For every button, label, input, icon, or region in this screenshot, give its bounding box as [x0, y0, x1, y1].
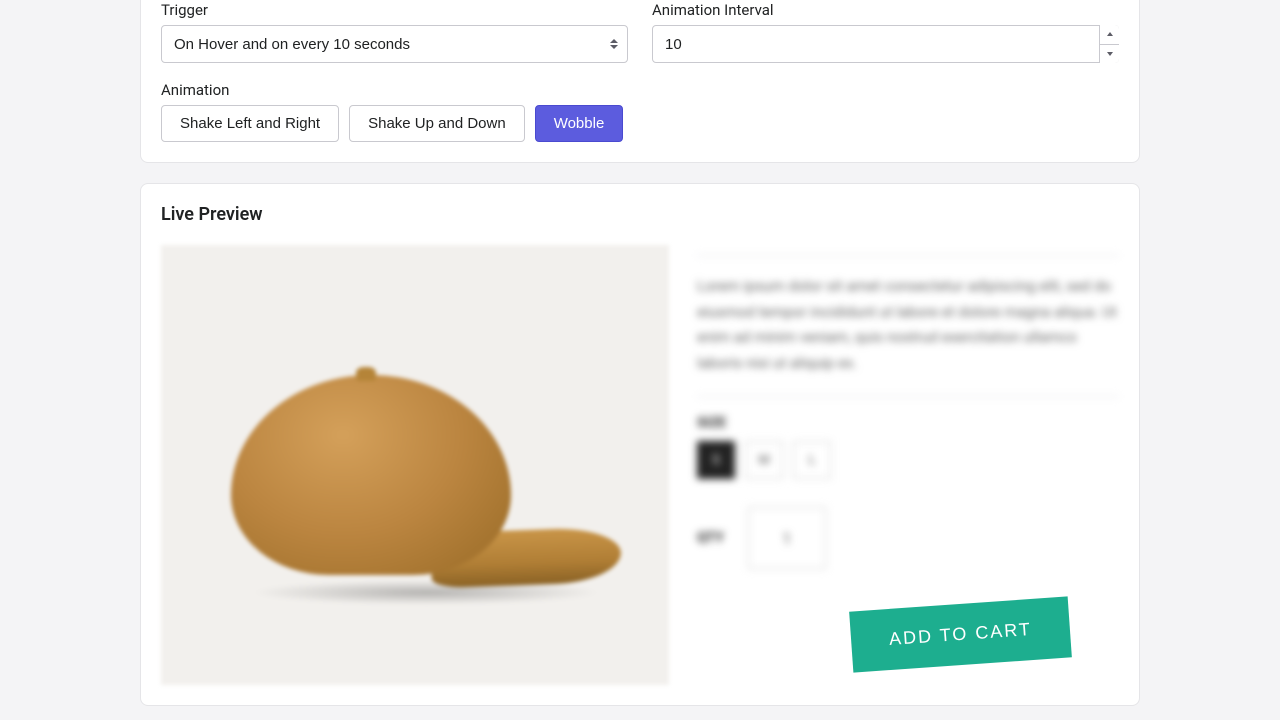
animation-shake-ud-button[interactable]: Shake Up and Down — [349, 105, 525, 142]
size-option-l[interactable]: L — [793, 441, 831, 479]
interval-decrement[interactable] — [1100, 45, 1119, 64]
interval-label: Animation Interval — [652, 1, 1119, 19]
animation-wobble-button[interactable]: Wobble — [535, 105, 624, 142]
qty-input[interactable]: 1 — [748, 507, 826, 569]
product-description: Lorem ipsum dolor sit amet consectetur a… — [697, 274, 1119, 376]
trigger-label: Trigger — [161, 1, 628, 19]
size-option-m[interactable]: M — [745, 441, 783, 479]
interval-increment[interactable] — [1100, 25, 1119, 45]
qty-label: QTY — [697, 530, 724, 546]
product-image — [161, 245, 669, 685]
size-label: SIZE — [697, 415, 1119, 431]
interval-input[interactable] — [652, 25, 1119, 63]
size-option-s[interactable]: S — [697, 441, 735, 479]
animation-label: Animation — [161, 81, 1119, 99]
animation-shake-lr-button[interactable]: Shake Left and Right — [161, 105, 339, 142]
trigger-select[interactable]: On Hover and on every 10 seconds — [161, 25, 628, 63]
preview-title: Live Preview — [161, 204, 1119, 225]
